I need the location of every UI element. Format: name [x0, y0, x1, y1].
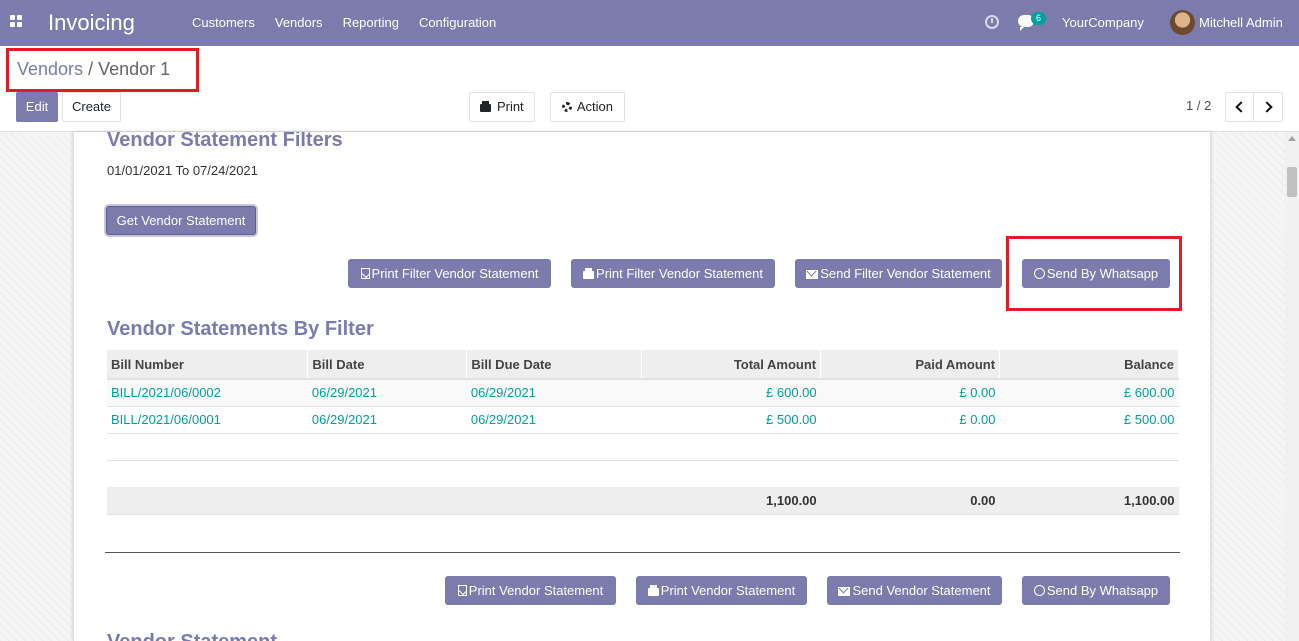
top-navbar: Invoicing Customers Vendors Reporting Co… — [0, 0, 1299, 46]
balance-sum: 1,100.00 — [999, 487, 1179, 515]
date-to: 07/24/2021 — [192, 163, 258, 178]
form-sheet: Vendor Statement Filters 01/01/2021 To 0… — [73, 132, 1211, 641]
balance-cell: £ 600.00 — [999, 379, 1179, 407]
printer-icon — [647, 585, 659, 596]
button-label: Send By Whatsapp — [1046, 583, 1159, 598]
printer-icon — [583, 268, 595, 279]
table-row[interactable]: BILL/2021/06/0002 06/29/2021 06/29/2021 … — [107, 379, 1179, 407]
envelope-icon — [838, 587, 851, 596]
balance-cell: £ 500.00 — [999, 406, 1179, 434]
printer-icon — [480, 101, 492, 112]
menu-configuration[interactable]: Configuration — [409, 0, 506, 46]
pager-next-button[interactable] — [1253, 92, 1283, 122]
bill-number-cell[interactable]: BILL/2021/06/0001 — [107, 406, 308, 434]
messages-count-badge: 6 — [1031, 12, 1047, 25]
menu-customers[interactable]: Customers — [182, 0, 265, 46]
scroll-up-arrow-icon[interactable] — [1288, 136, 1296, 141]
button-label: Print Filter Vendor Statement — [371, 266, 539, 281]
column-header[interactable]: Balance — [999, 350, 1179, 380]
empty-row — [107, 460, 1179, 487]
page-scrollbar[interactable] — [1285, 132, 1299, 641]
action-dropdown-button[interactable]: Action — [550, 92, 625, 122]
paid-amount-cell: £ 0.00 — [820, 406, 1000, 434]
apps-menu-icon[interactable] — [10, 15, 23, 28]
user-menu[interactable]: Mitchell Admin — [1199, 15, 1283, 30]
edit-button[interactable]: Edit — [16, 92, 58, 122]
filters-title: Vendor Statement Filters — [107, 132, 343, 151]
date-from: 01/01/2021 — [107, 163, 173, 178]
total-amount-cell: £ 500.00 — [641, 406, 821, 434]
envelope-icon — [806, 270, 819, 279]
paid-amount-cell: £ 0.00 — [820, 379, 1000, 407]
activity-clock-icon[interactable] — [985, 15, 999, 29]
send-statement-button[interactable]: Send Vendor Statement — [827, 576, 1002, 605]
statements-by-filter-title: Vendor Statements By Filter — [107, 318, 374, 340]
print-statement-xls-button[interactable]: Print Vendor Statement — [445, 576, 616, 605]
bill-due-date-cell: 06/29/2021 — [466, 406, 642, 434]
print-filter-statement-xls-button[interactable]: Print Filter Vendor Statement — [348, 259, 551, 288]
breadcrumb-highlight-box — [6, 48, 199, 92]
totals-row: 1,100.00 0.00 1,100.00 — [107, 487, 1179, 515]
menu-reporting[interactable]: Reporting — [333, 0, 409, 46]
pager-value[interactable]: 1 / 2 — [1186, 98, 1211, 113]
user-avatar[interactable] — [1170, 10, 1195, 35]
bill-number-cell[interactable]: BILL/2021/06/0002 — [107, 379, 308, 407]
button-label: Send Vendor Statement — [852, 583, 991, 598]
action-label: Action — [576, 99, 614, 114]
vendor-statement-title: Vendor Statement — [107, 631, 277, 641]
filter-date-range: 01/01/2021 To 07/24/2021 — [107, 163, 258, 178]
bill-due-date-cell: 06/29/2021 — [466, 379, 642, 407]
column-header[interactable]: Bill Number — [107, 350, 309, 380]
button-label: Send Filter Vendor Statement — [820, 266, 991, 281]
column-header[interactable]: Bill Date — [307, 350, 468, 380]
button-label: Print Vendor Statement — [660, 583, 796, 598]
file-excel-icon — [457, 585, 467, 596]
column-header[interactable]: Bill Due Date — [466, 350, 643, 380]
bill-date-cell: 06/29/2021 — [307, 379, 467, 407]
file-excel-icon — [360, 268, 370, 279]
app-title[interactable]: Invoicing — [48, 10, 135, 36]
date-to-label: To — [175, 163, 190, 178]
get-vendor-statement-button[interactable]: Get Vendor Statement — [106, 206, 256, 235]
print-filter-statement-button[interactable]: Print Filter Vendor Statement — [571, 259, 775, 288]
main-menu: Customers Vendors Reporting Configuratio… — [182, 0, 506, 46]
whatsapp-highlight-box — [1006, 236, 1182, 311]
column-header[interactable]: Paid Amount — [820, 350, 1001, 380]
pager-previous-button[interactable] — [1225, 92, 1254, 122]
print-label: Print — [496, 99, 524, 114]
column-header[interactable]: Total Amount — [641, 350, 822, 380]
section-divider — [105, 552, 1180, 553]
create-button[interactable]: Create — [62, 92, 121, 122]
chevron-left-icon — [1235, 101, 1247, 113]
button-label: Print Vendor Statement — [468, 583, 604, 598]
statements-table: Bill Number Bill Date Bill Due Date Tota… — [107, 350, 1179, 515]
whatsapp-icon — [1033, 585, 1045, 596]
company-switcher[interactable]: YourCompany — [1062, 15, 1144, 30]
chevron-right-icon — [1260, 101, 1273, 113]
gear-icon — [561, 102, 572, 112]
button-label: Print Filter Vendor Statement — [596, 266, 763, 281]
bill-date-cell: 06/29/2021 — [307, 406, 467, 434]
empty-row — [107, 433, 1179, 461]
total-amount-sum: 1,100.00 — [641, 487, 821, 515]
send-filter-statement-button[interactable]: Send Filter Vendor Statement — [795, 259, 1002, 288]
total-amount-cell: £ 600.00 — [641, 379, 821, 407]
scrollbar-thumb[interactable] — [1287, 167, 1297, 197]
menu-vendors[interactable]: Vendors — [265, 0, 333, 46]
paid-amount-sum: 0.00 — [820, 487, 1000, 515]
print-dropdown-button[interactable]: Print — [469, 92, 535, 122]
table-row[interactable]: BILL/2021/06/0001 06/29/2021 06/29/2021 … — [107, 406, 1179, 434]
print-statement-button[interactable]: Print Vendor Statement — [636, 576, 807, 605]
table-header-row: Bill Number Bill Date Bill Due Date Tota… — [107, 350, 1179, 380]
send-by-whatsapp-button[interactable]: Send By Whatsapp — [1022, 576, 1170, 605]
